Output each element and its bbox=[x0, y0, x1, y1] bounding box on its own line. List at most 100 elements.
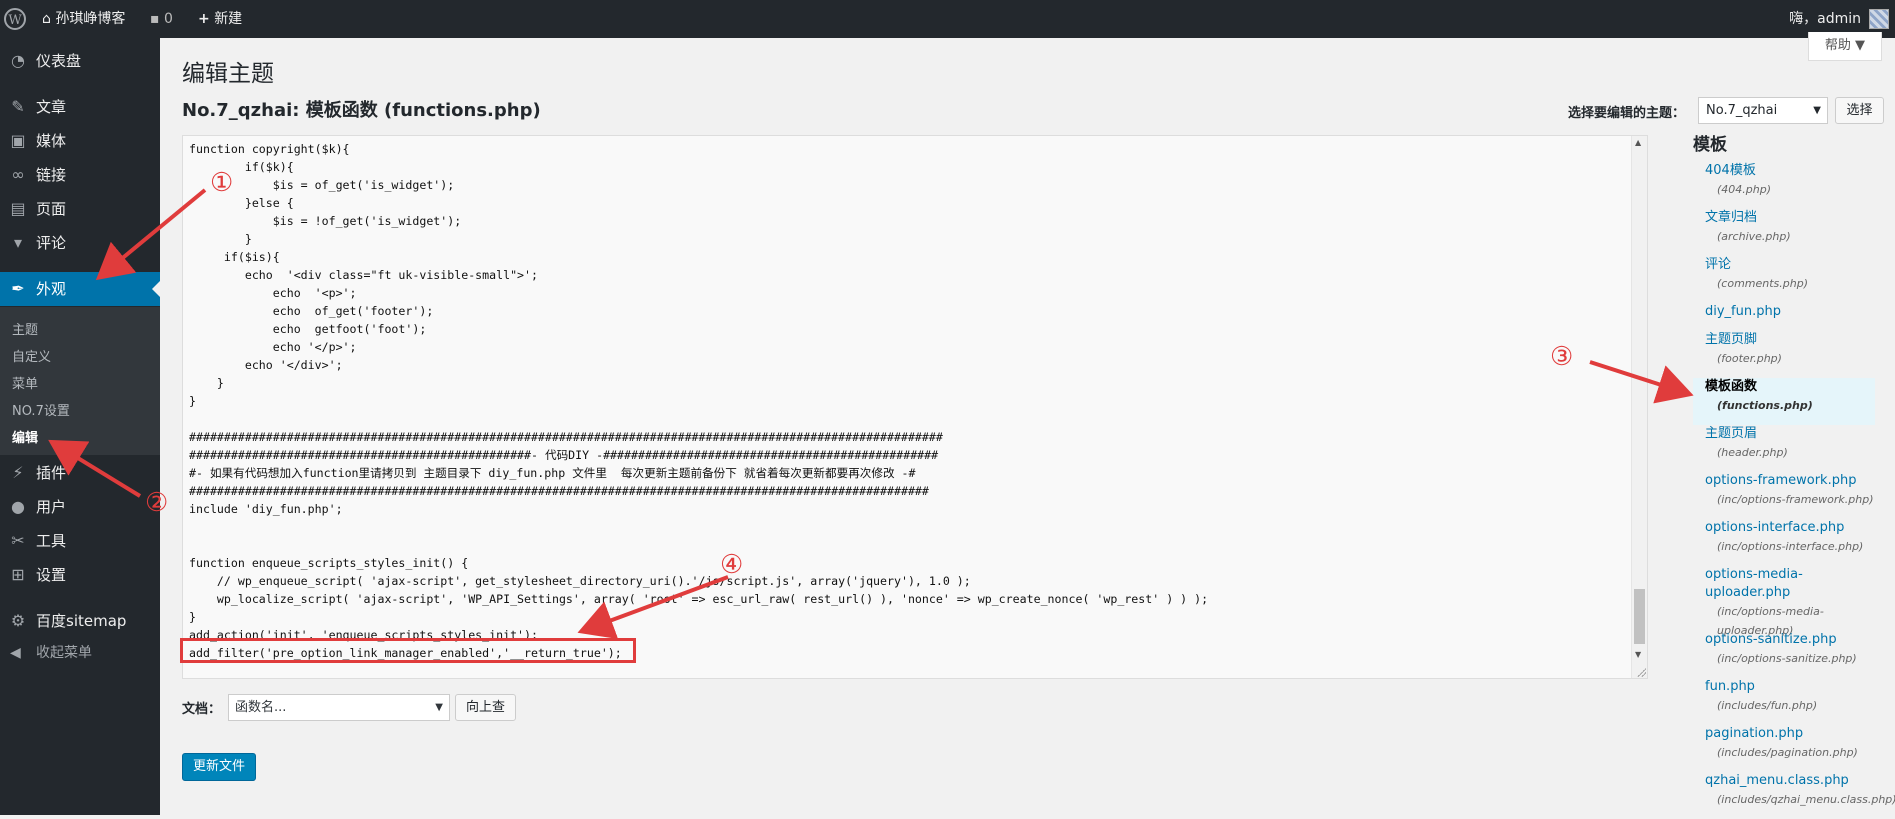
template-name[interactable]: options-media-uploader.php bbox=[1705, 566, 1875, 602]
template-file: (functions.php) bbox=[1717, 399, 1813, 412]
template-file: (comments.php) bbox=[1717, 277, 1809, 290]
submenu-editor[interactable]: 编辑 bbox=[12, 427, 38, 446]
template-list: 404模板 (404.php) 文章归档 (archive.php) 评论 (comm… bbox=[1693, 162, 1895, 819]
sidebar-item-posts[interactable]: ✎ 文章 bbox=[0, 90, 160, 124]
template-file: (inc/options-framework.php) bbox=[1717, 493, 1874, 506]
template-item[interactable]: 主题页脚 (footer.php) bbox=[1693, 331, 1875, 378]
template-item[interactable]: fun.php (includes/fun.php) bbox=[1693, 678, 1875, 725]
dashboard-icon: ◔ bbox=[11, 51, 25, 70]
wordpress-logo-icon[interactable]: W bbox=[4, 0, 34, 38]
template-file: (includes/pagination.php) bbox=[1717, 746, 1858, 759]
template-item[interactable]: options-interface.php (inc/options-interf… bbox=[1693, 519, 1875, 566]
documentation-select[interactable]: 函数名... ▼ bbox=[228, 694, 450, 721]
template-item[interactable]: diy_fun.php bbox=[1693, 303, 1875, 331]
template-name[interactable]: 主题页眉 bbox=[1705, 425, 1875, 443]
template-item[interactable]: pagination.php (includes/pagination.php) bbox=[1693, 725, 1875, 772]
template-name[interactable]: 404模板 bbox=[1705, 162, 1875, 180]
template-file: (footer.php) bbox=[1717, 352, 1782, 365]
site-home-link[interactable]: ⌂ 孙琪峥博客 bbox=[42, 0, 125, 38]
sidebar-item-label: 媒体 bbox=[36, 132, 67, 150]
collapse-label: 收起菜单 bbox=[36, 645, 92, 661]
submenu-customize[interactable]: 自定义 bbox=[12, 346, 51, 365]
submenu-themes[interactable]: 主题 bbox=[12, 319, 38, 338]
new-label: 新建 bbox=[214, 11, 243, 27]
sidebar-item-links[interactable]: ∞ 链接 bbox=[0, 158, 160, 192]
pin-icon: ✎ bbox=[11, 97, 25, 116]
template-item[interactable]: 404模板 (404.php) bbox=[1693, 162, 1875, 209]
template-item[interactable]: qzhai_menu.class.php (includes/qzhai_menu… bbox=[1693, 772, 1895, 819]
comment-icon: ▪ bbox=[150, 11, 160, 27]
sidebar-item-label: 设置 bbox=[36, 566, 67, 584]
update-file-button[interactable]: 更新文件 bbox=[182, 753, 256, 781]
avatar[interactable] bbox=[1869, 9, 1889, 29]
code-editor[interactable]: function copyright($k){ if($k){ $is = of… bbox=[182, 135, 1648, 679]
media-icon: ▣ bbox=[10, 131, 26, 150]
lookup-button[interactable]: 向上查 bbox=[455, 694, 516, 721]
plugin-icon: ⚡ bbox=[12, 463, 24, 482]
submenu-menus[interactable]: 菜单 bbox=[12, 373, 38, 392]
scroll-down-icon[interactable]: ▼ bbox=[1635, 650, 1641, 659]
site-name: 孙琪峥博客 bbox=[55, 11, 126, 27]
template-name[interactable]: qzhai_menu.class.php bbox=[1705, 772, 1875, 790]
template-name[interactable]: 模板函数 bbox=[1705, 378, 1875, 396]
comments-link[interactable]: ▪ 0 bbox=[150, 0, 173, 38]
help-button[interactable]: 帮助 ▼ bbox=[1808, 32, 1882, 61]
template-item[interactable]: options-sanitize.php (inc/options-sanitiz… bbox=[1693, 631, 1875, 678]
chevron-down-icon: ▼ bbox=[435, 702, 443, 713]
sidebar-item-tools[interactable]: ✂ 工具 bbox=[0, 524, 160, 558]
template-file: (includes/fun.php) bbox=[1717, 699, 1818, 712]
sidebar-item-baidu-sitemap[interactable]: ⚙ 百度sitemap bbox=[0, 604, 160, 638]
sidebar-item-pages[interactable]: ▤ 页面 bbox=[0, 192, 160, 226]
template-name[interactable]: 主题页脚 bbox=[1705, 331, 1875, 349]
sidebar-item-settings[interactable]: ⊞ 设置 bbox=[0, 558, 160, 592]
editor-scrollbar[interactable]: ▲ ▼ bbox=[1631, 136, 1647, 678]
sidebar-item-media[interactable]: ▣ 媒体 bbox=[0, 124, 160, 158]
new-content-link[interactable]: + 新建 bbox=[198, 0, 242, 38]
collapse-icon: ◀ bbox=[10, 645, 21, 661]
template-item[interactable]: 文章归档 (archive.php) bbox=[1693, 209, 1875, 256]
chevron-down-icon: ▼ bbox=[1813, 105, 1821, 116]
sidebar-item-comments[interactable]: ▾ 评论 bbox=[0, 226, 160, 260]
template-item-current[interactable]: 模板函数 (functions.php) bbox=[1693, 378, 1875, 425]
template-name[interactable]: 文章归档 bbox=[1705, 209, 1875, 227]
sidebar-item-dashboard[interactable]: ◔ 仪表盘 bbox=[0, 44, 160, 78]
template-name[interactable]: options-framework.php bbox=[1705, 472, 1875, 490]
template-name[interactable]: options-interface.php bbox=[1705, 519, 1875, 537]
submenu-no7-settings[interactable]: NO.7设置 bbox=[12, 400, 70, 419]
sidebar-item-label: 页面 bbox=[36, 200, 67, 218]
template-name[interactable]: 评论 bbox=[1705, 256, 1875, 274]
user-icon: ● bbox=[11, 497, 25, 516]
appearance-submenu: 主题 自定义 菜单 NO.7设置 编辑 bbox=[0, 307, 160, 455]
template-item[interactable]: 主题页眉 (header.php) bbox=[1693, 425, 1875, 472]
appearance-icon: ✒ bbox=[11, 279, 25, 298]
template-item[interactable]: options-framework.php (inc/options-framew… bbox=[1693, 472, 1875, 519]
template-name[interactable]: pagination.php bbox=[1705, 725, 1875, 743]
sidebar-item-plugins[interactable]: ⚡ 插件 bbox=[0, 456, 160, 490]
code-content[interactable]: function copyright($k){ if($k){ $is = of… bbox=[189, 140, 1208, 662]
sidebar-item-label: 插件 bbox=[36, 464, 67, 482]
scroll-thumb[interactable] bbox=[1634, 589, 1645, 644]
select-theme-button[interactable]: 选择 bbox=[1835, 97, 1884, 124]
settings-icon: ⊞ bbox=[11, 565, 25, 584]
templates-title: 模板 bbox=[1693, 135, 1727, 155]
template-name[interactable]: fun.php bbox=[1705, 678, 1875, 696]
sidebar-item-label: 工具 bbox=[36, 532, 67, 550]
sidebar-item-label: 链接 bbox=[36, 166, 67, 184]
template-item[interactable]: options-media-uploader.php (inc/options-m… bbox=[1693, 566, 1875, 637]
template-file: (includes/qzhai_menu.class.php) bbox=[1717, 793, 1895, 806]
theme-select[interactable]: No.7_qzhai ▼ bbox=[1698, 97, 1828, 124]
sidebar-item-users[interactable]: ● 用户 bbox=[0, 490, 160, 524]
svg-text:W: W bbox=[8, 13, 22, 28]
template-file: (archive.php) bbox=[1717, 230, 1791, 243]
sidebar-item-label: 用户 bbox=[36, 498, 67, 516]
collapse-menu-button[interactable]: ◀ 收起菜单 bbox=[0, 638, 160, 668]
scroll-up-icon[interactable]: ▲ bbox=[1635, 138, 1641, 147]
comments-count: 0 bbox=[163, 11, 173, 27]
sidebar-item-appearance[interactable]: ✒ 外观 bbox=[0, 272, 160, 306]
template-item[interactable]: 评论 (comments.php) bbox=[1693, 256, 1875, 303]
template-name[interactable]: options-sanitize.php bbox=[1705, 631, 1875, 649]
sidebar-item-label: 文章 bbox=[36, 98, 67, 116]
resize-handle[interactable] bbox=[1636, 667, 1646, 677]
file-heading: No.7_qzhai: 模板函数 (functions.php) bbox=[182, 100, 541, 121]
template-name[interactable]: diy_fun.php bbox=[1705, 303, 1875, 321]
